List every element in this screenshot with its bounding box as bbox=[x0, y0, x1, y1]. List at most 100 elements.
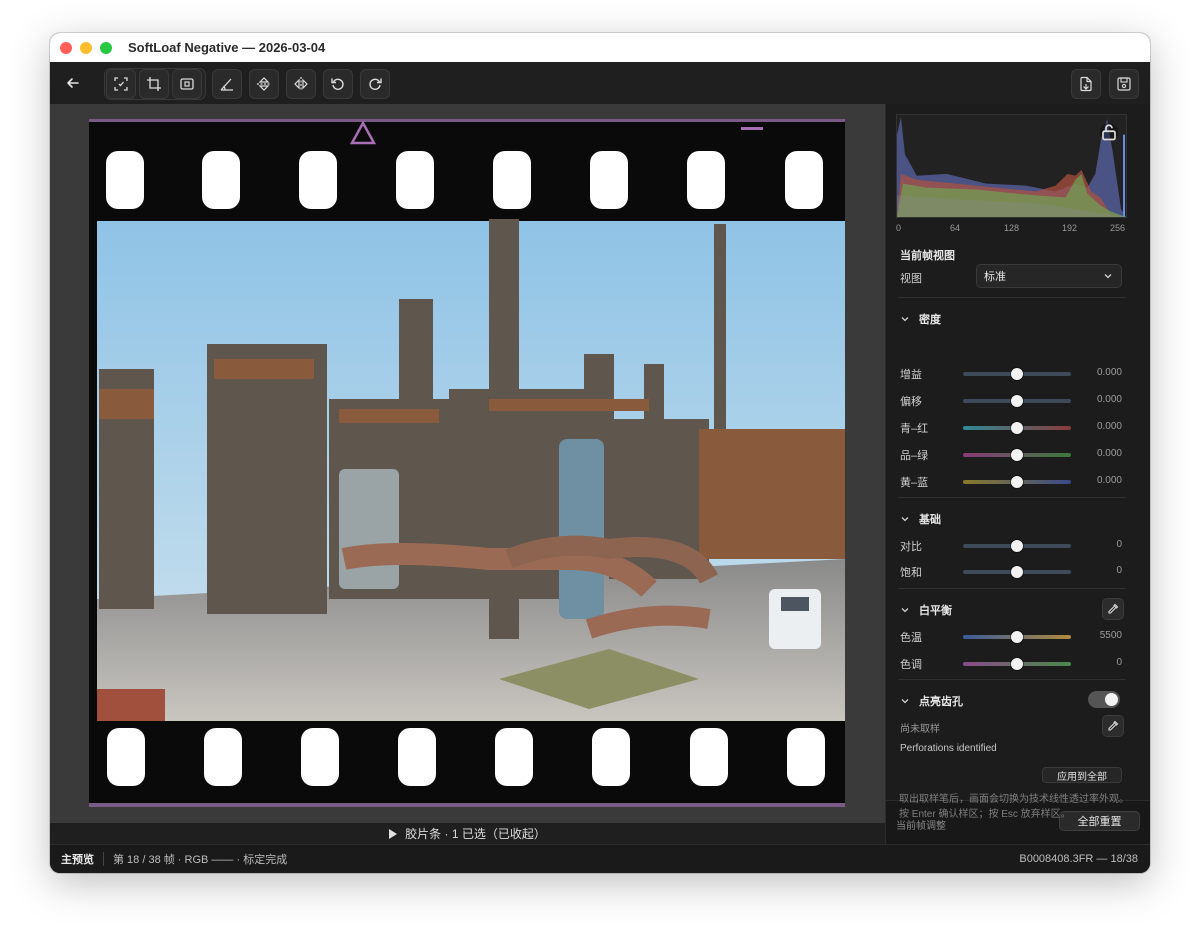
status-bar: 主预览 第 18 / 38 帧 · RGB —— · 标定完成 B0008408… bbox=[50, 844, 1150, 873]
saturation-slider[interactable] bbox=[963, 566, 1071, 578]
angle-button[interactable] bbox=[212, 69, 242, 99]
slider-knob[interactable] bbox=[1011, 631, 1023, 643]
current-view-title: 当前帧视图 bbox=[900, 250, 955, 262]
sample-status: 尚未取样 bbox=[900, 724, 940, 735]
flip-vertical-icon bbox=[257, 77, 271, 91]
magenta-green-slider[interactable] bbox=[963, 449, 1071, 461]
film-negative-image bbox=[89, 119, 845, 807]
auto-detect-icon bbox=[114, 77, 128, 91]
offset-value: 0.000 bbox=[1096, 394, 1122, 405]
zoom-window-button[interactable] bbox=[100, 41, 112, 54]
film-frame-preview[interactable] bbox=[89, 119, 845, 807]
perforation-picker-button[interactable] bbox=[1102, 715, 1124, 737]
basic-title: 基础 bbox=[919, 514, 941, 526]
frame-icon bbox=[180, 78, 194, 90]
divider bbox=[898, 497, 1126, 498]
expand-triangle-icon bbox=[389, 828, 398, 839]
file-info: B0008408.3FR — 18/38 bbox=[1019, 853, 1138, 865]
window-title: SoftLoaf Negative — 2026-03-04 bbox=[128, 40, 326, 55]
slider-knob[interactable] bbox=[1011, 540, 1023, 552]
temperature-value: 5500 bbox=[1099, 630, 1122, 641]
divider bbox=[898, 679, 1126, 680]
auto-detect-button[interactable] bbox=[106, 69, 136, 99]
save-button[interactable] bbox=[1109, 69, 1139, 99]
histogram-tick: 192 bbox=[1062, 223, 1078, 233]
app-window: SoftLoaf Negative — 2026-03-04 胶片条 · 1 已… bbox=[50, 33, 1150, 873]
frame-button[interactable] bbox=[172, 69, 202, 99]
slider-knob[interactable] bbox=[1011, 368, 1023, 380]
back-button[interactable] bbox=[62, 72, 84, 94]
rotate-right-icon bbox=[369, 78, 382, 90]
white-balance-picker-button[interactable] bbox=[1102, 598, 1124, 620]
divider bbox=[103, 852, 104, 866]
density-section-header[interactable]: 密度 bbox=[900, 311, 941, 327]
chevron-down-icon bbox=[901, 699, 909, 704]
temperature-label: 色温 bbox=[900, 632, 922, 644]
title-bar: SoftLoaf Negative — 2026-03-04 bbox=[50, 33, 1150, 62]
slider-knob[interactable] bbox=[1011, 422, 1023, 434]
white-balance-title: 白平衡 bbox=[919, 605, 952, 617]
angle-icon bbox=[220, 78, 233, 91]
saturation-label: 饱和 bbox=[900, 567, 922, 579]
perforations-toggle[interactable] bbox=[1088, 691, 1120, 708]
close-window-button[interactable] bbox=[60, 41, 72, 54]
offset-label: 偏移 bbox=[900, 396, 922, 408]
temperature-slider[interactable] bbox=[963, 631, 1071, 643]
minimize-window-button[interactable] bbox=[80, 41, 92, 54]
export-button[interactable] bbox=[1071, 69, 1101, 99]
flip-vertical-button[interactable] bbox=[249, 69, 279, 99]
tint-label: 色调 bbox=[900, 659, 922, 671]
preview-mode: 主预览 bbox=[61, 854, 94, 866]
cyan-red-value: 0.000 bbox=[1096, 421, 1122, 432]
image-viewer[interactable] bbox=[50, 104, 885, 823]
toggle-knob bbox=[1105, 693, 1118, 706]
perforations-identified: Perforations identified bbox=[900, 743, 997, 754]
filmstrip-label: 胶片条 · 1 已选（已收起） bbox=[405, 827, 546, 841]
cyan-red-label: 青–红 bbox=[900, 423, 929, 435]
export-icon bbox=[1080, 76, 1092, 92]
rotate-left-icon bbox=[331, 78, 344, 90]
histogram-lock-button[interactable] bbox=[1100, 123, 1118, 141]
contrast-label: 对比 bbox=[900, 541, 922, 553]
cyan-red-slider[interactable] bbox=[963, 422, 1071, 434]
histogram-tick: 128 bbox=[1004, 223, 1020, 233]
offset-slider[interactable] bbox=[963, 395, 1071, 407]
perforations-title: 点亮齿孔 bbox=[919, 696, 963, 708]
contrast-slider[interactable] bbox=[963, 540, 1071, 552]
tint-slider[interactable] bbox=[963, 658, 1071, 670]
histogram-axis: 0 64 128 192 256 bbox=[896, 223, 1127, 235]
slider-knob[interactable] bbox=[1011, 658, 1023, 670]
white-balance-section-header[interactable]: 白平衡 bbox=[900, 602, 952, 618]
adjustment-panel: 0 64 128 192 256 当前帧视图 视图 标准 密度 增益 0.000… bbox=[885, 104, 1150, 844]
slider-knob[interactable] bbox=[1011, 476, 1023, 488]
slider-knob[interactable] bbox=[1011, 449, 1023, 461]
histogram-tick: 0 bbox=[896, 223, 902, 233]
rotate-left-button[interactable] bbox=[323, 69, 353, 99]
eyedropper-icon bbox=[1108, 720, 1119, 731]
saturation-value: 0 bbox=[1116, 565, 1122, 576]
gain-label: 增益 bbox=[900, 369, 922, 381]
gain-slider[interactable] bbox=[963, 368, 1071, 380]
basic-section-header[interactable]: 基础 bbox=[900, 511, 941, 527]
slider-knob[interactable] bbox=[1011, 566, 1023, 578]
eyedropper-icon bbox=[1108, 603, 1119, 614]
flip-horizontal-icon bbox=[294, 77, 308, 91]
frame-info: 第 18 / 38 帧 · RGB —— · 标定完成 bbox=[113, 854, 288, 866]
flip-horizontal-button[interactable] bbox=[286, 69, 316, 99]
back-arrow-icon bbox=[67, 78, 79, 88]
perforations-section-header[interactable]: 点亮齿孔 bbox=[900, 693, 963, 709]
rotate-right-button[interactable] bbox=[360, 69, 390, 99]
view-select-value: 标准 bbox=[984, 271, 1006, 283]
yellow-blue-value: 0.000 bbox=[1096, 475, 1122, 486]
yellow-blue-slider[interactable] bbox=[963, 476, 1071, 488]
magenta-green-value: 0.000 bbox=[1096, 448, 1122, 459]
view-select[interactable]: 标准 bbox=[976, 264, 1122, 288]
crop-button[interactable] bbox=[139, 69, 169, 99]
toolbar bbox=[50, 62, 1150, 104]
apply-to-all-button[interactable]: 应用到全部 bbox=[1042, 767, 1122, 783]
filmstrip-toggle[interactable]: 胶片条 · 1 已选（已收起） bbox=[50, 823, 885, 844]
chevron-down-icon bbox=[901, 317, 909, 322]
slider-knob[interactable] bbox=[1011, 395, 1023, 407]
chevron-down-icon bbox=[901, 608, 909, 613]
contrast-value: 0 bbox=[1116, 539, 1122, 550]
